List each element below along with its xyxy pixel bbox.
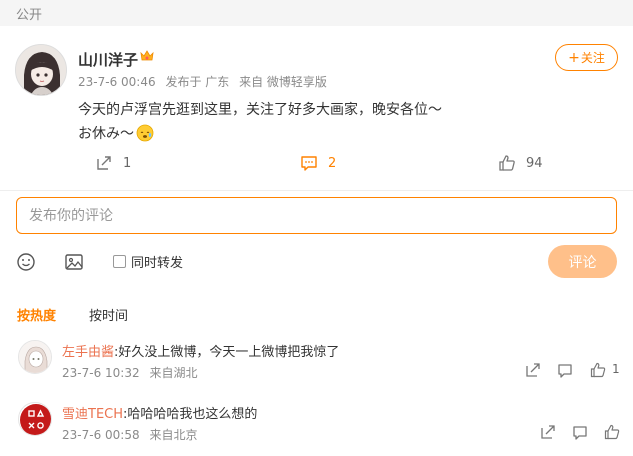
commenter-name[interactable]: 左手由酱 — [62, 345, 114, 360]
post-meta: 23-7-6 00:46 发布于 广东 来自 微博轻享版 — [78, 73, 333, 90]
comment-date: 23-7-6 00:58 — [62, 428, 140, 442]
checkbox-icon[interactable] — [113, 255, 126, 268]
comment-input[interactable] — [29, 207, 604, 224]
commenter-avatar[interactable] — [18, 402, 52, 436]
comment-icon — [301, 156, 317, 171]
author-name[interactable]: 山川洋子 — [78, 49, 138, 70]
post-source: 来自 微博轻享版 — [239, 75, 327, 89]
weibo-post: 山川洋子 23-7-6 00:46 发布于 广东 来自 微博轻享版 + 关注 今… — [0, 26, 633, 191]
share-icon[interactable] — [525, 362, 541, 378]
plus-icon: + — [568, 49, 580, 66]
image-icon[interactable] — [64, 252, 84, 272]
post-location: 发布于 广东 — [165, 75, 230, 89]
comment-count: 2 — [328, 155, 337, 171]
composer-tools: 同时转发 — [0, 246, 633, 280]
comment-text: 左手由酱:好久没上微博，今天一上微博把我惊了 — [62, 341, 339, 360]
thumbs-up-icon[interactable] — [604, 424, 620, 440]
post-content: 今天的卢浮宫先逛到这里，关注了好多大画家，晚安各位～ お休み～ — [78, 98, 598, 146]
comment-input-box[interactable] — [16, 197, 617, 234]
submit-comment-button[interactable]: 评论 — [548, 245, 617, 278]
post-text-line-1: 今天的卢浮宫先逛到这里，关注了好多大画家，晚安各位～ — [78, 102, 442, 118]
comment-date: 23-7-6 10:32 — [62, 366, 140, 380]
post-text-line-2: お休み～ — [78, 126, 134, 142]
share-icon[interactable] — [540, 424, 556, 440]
repost-checkbox[interactable]: 同时转发 — [113, 252, 183, 271]
comment-body: :哈哈哈哈我也这么想的 — [123, 407, 258, 422]
repost-checkbox-label: 同时转发 — [131, 256, 184, 271]
tab-sort-time[interactable]: 按时间 — [89, 305, 128, 324]
comment-meta: 23-7-6 00:58 来自北京 — [62, 426, 203, 443]
comment-body: :好久没上微博，今天一上微博把我惊了 — [114, 345, 340, 360]
follow-button[interactable]: + 关注 — [555, 44, 618, 71]
visibility-bar: 公开 — [0, 0, 633, 26]
sleepy-face-emoji-icon — [136, 124, 154, 142]
follow-label: 关注 — [580, 51, 605, 65]
reply-icon[interactable] — [557, 362, 573, 378]
repost-icon — [97, 156, 111, 170]
comment-text: 雪迪TECH:哈哈哈哈我也这么想的 — [62, 403, 257, 422]
like-count: 94 — [526, 155, 543, 171]
comment-item: 雪迪TECH:哈哈哈哈我也这么想的 23-7-6 00:58 来自北京 — [0, 402, 633, 456]
post-date[interactable]: 23-7-6 00:46 — [78, 75, 156, 89]
repost-count: 1 — [123, 155, 132, 171]
thumbs-up-icon[interactable] — [590, 362, 606, 378]
commenter-avatar[interactable] — [18, 340, 52, 374]
thumbs-up-icon — [499, 155, 515, 171]
visibility-label: 公开 — [16, 8, 43, 23]
comment-item: 左手由酱:好久没上微博，今天一上微博把我惊了 23-7-6 10:32 来自湖北… — [0, 340, 633, 400]
emoji-icon[interactable] — [16, 252, 36, 272]
tab-sort-hot[interactable]: 按热度 — [17, 305, 56, 324]
comment-like-count: 1 — [612, 362, 620, 376]
repost-action[interactable]: 1 — [95, 154, 131, 172]
comment-sort-tabs: 按热度 按时间 — [0, 305, 633, 325]
commenter-name[interactable]: 雪迪TECH — [62, 407, 123, 422]
post-actions: 1 2 94 — [0, 154, 633, 178]
comment-source: 来自北京 — [149, 428, 198, 442]
author-avatar[interactable] — [15, 44, 67, 96]
like-action[interactable]: 94 — [498, 154, 543, 172]
comment-source: 来自湖北 — [149, 366, 198, 380]
comment-action[interactable]: 2 — [300, 154, 336, 172]
vip-badge-icon — [139, 48, 155, 64]
reply-icon[interactable] — [572, 424, 588, 440]
comment-meta: 23-7-6 10:32 来自湖北 — [62, 364, 203, 381]
